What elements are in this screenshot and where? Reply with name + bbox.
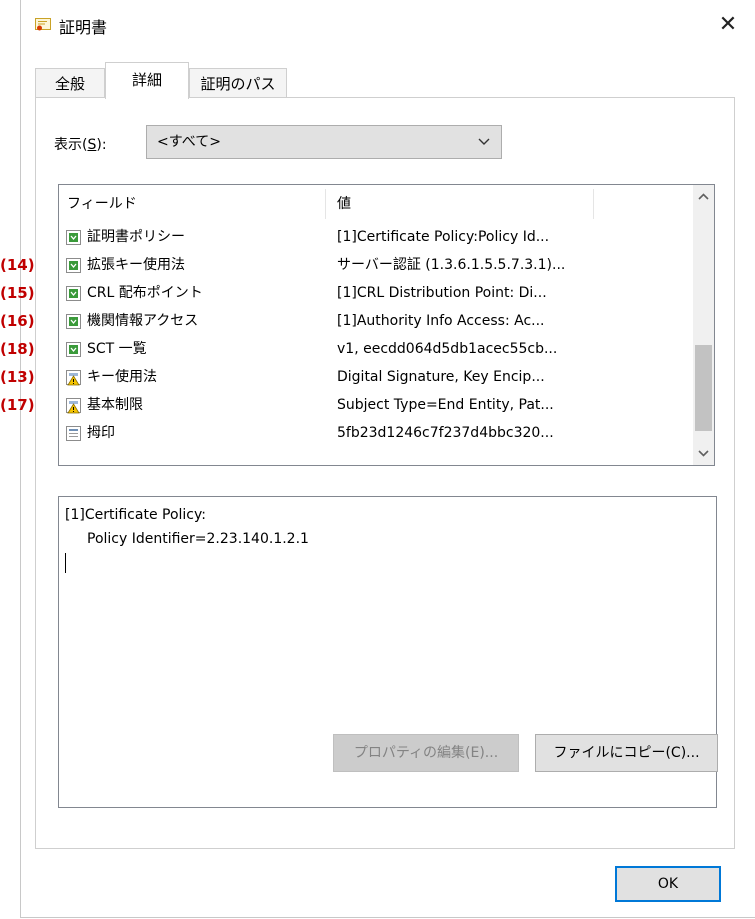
ok-button[interactable]: OK — [615, 866, 721, 902]
field-name: CRL 配布ポイント — [87, 285, 203, 301]
field-name: 基本制限 — [87, 397, 143, 413]
show-dropdown-value: <すべて> — [157, 134, 221, 150]
cert-ext-icon — [66, 258, 81, 273]
field-value: Digital Signature, Key Encip... — [337, 369, 545, 385]
list-item[interactable]: CRL 配布ポイント [1]CRL Distribution Point: Di… — [59, 279, 693, 307]
chevron-down-icon — [478, 138, 490, 145]
close-icon: ✕ — [718, 12, 738, 37]
window-title: 証明書 — [59, 18, 108, 37]
field-name: キー使用法 — [87, 369, 157, 385]
annotation-label: (14) — [0, 256, 35, 274]
field-value: [1]CRL Distribution Point: Di... — [337, 285, 547, 301]
field-list[interactable]: フィールド 値 証明書ポリシー [1]Certificate Policy:Po… — [58, 184, 715, 466]
detail-line: Policy Identifier=2.23.140.1.2.1 — [87, 531, 309, 547]
close-button[interactable]: ✕ — [713, 10, 743, 40]
cert-warning-icon — [66, 398, 81, 414]
show-dropdown[interactable]: <すべて> — [146, 125, 502, 159]
scroll-down-icon[interactable] — [693, 441, 714, 465]
cert-ext-icon — [66, 230, 81, 245]
details-panel: 表示(S): <すべて> フィールド 値 証明書ポリシー [1]Certific… — [35, 97, 735, 849]
cert-ext-icon — [66, 342, 81, 357]
field-value: [1]Certificate Policy:Policy Id... — [337, 229, 550, 245]
copy-to-file-button[interactable]: ファイルにコピー(C)... — [535, 734, 718, 772]
show-label: 表示(S): — [54, 137, 107, 153]
column-divider[interactable] — [325, 189, 326, 219]
edit-properties-button[interactable]: プロパティの編集(E)... — [333, 734, 519, 772]
list-scrollbar[interactable] — [693, 185, 714, 465]
cert-ext-icon — [66, 286, 81, 301]
list-item[interactable]: SCT 一覧 v1, eecdd064d5db1acec55cb... — [59, 335, 693, 363]
field-value: [1]Authority Info Access: Ac... — [337, 313, 545, 329]
cert-property-icon — [66, 426, 81, 441]
cert-warning-icon — [66, 370, 81, 386]
tab-certification-path[interactable]: 証明のパス — [189, 68, 287, 98]
list-item[interactable]: 拇印 5fb23d1246c7f237d4bbc320... — [59, 419, 693, 447]
column-header-value[interactable]: 値 — [337, 185, 351, 223]
cert-ext-icon — [66, 314, 81, 329]
annotation-label: (17) — [0, 396, 35, 414]
list-item[interactable]: キー使用法 Digital Signature, Key Encip... — [59, 363, 693, 391]
text-caret — [65, 553, 66, 573]
scrollbar-thumb[interactable] — [695, 345, 712, 431]
column-divider[interactable] — [593, 189, 594, 219]
field-name: 拡張キー使用法 — [87, 257, 185, 273]
annotation-label: (18) — [0, 340, 35, 358]
annotation-label: (13) — [0, 368, 35, 386]
field-value: Subject Type=End Entity, Pat... — [337, 397, 554, 413]
title-bar: 証明書 ✕ — [21, 0, 755, 52]
scroll-up-icon[interactable] — [693, 185, 714, 209]
tab-general[interactable]: 全般 — [35, 68, 105, 98]
detail-line: [1]Certificate Policy: — [65, 507, 206, 523]
list-item[interactable]: 拡張キー使用法 サーバー認証 (1.3.6.1.5.5.7.3.1)... — [59, 251, 693, 279]
field-name: SCT 一覧 — [87, 341, 147, 357]
certificate-icon — [35, 18, 51, 31]
field-value: v1, eecdd064d5db1acec55cb... — [337, 341, 558, 357]
field-value: サーバー認証 (1.3.6.1.5.5.7.3.1)... — [337, 257, 566, 273]
list-header: フィールド 値 — [59, 185, 693, 223]
field-name: 証明書ポリシー — [87, 229, 185, 245]
column-header-field[interactable]: フィールド — [67, 185, 137, 223]
field-name: 機関情報アクセス — [87, 313, 199, 329]
annotation-label: (16) — [0, 312, 35, 330]
tab-details[interactable]: 詳細 — [105, 62, 189, 99]
list-item[interactable]: 機関情報アクセス [1]Authority Info Access: Ac... — [59, 307, 693, 335]
certificate-dialog: 証明書 ✕ 全般 詳細 証明のパス 表示(S): <すべて> フィールド 値 証… — [20, 0, 755, 918]
list-item[interactable]: 証明書ポリシー [1]Certificate Policy:Policy Id.… — [59, 223, 693, 251]
field-value: 5fb23d1246c7f237d4bbc320... — [337, 425, 554, 441]
field-name: 拇印 — [87, 425, 115, 441]
annotation-label: (15) — [0, 284, 35, 302]
list-item[interactable]: 基本制限 Subject Type=End Entity, Pat... — [59, 391, 693, 419]
